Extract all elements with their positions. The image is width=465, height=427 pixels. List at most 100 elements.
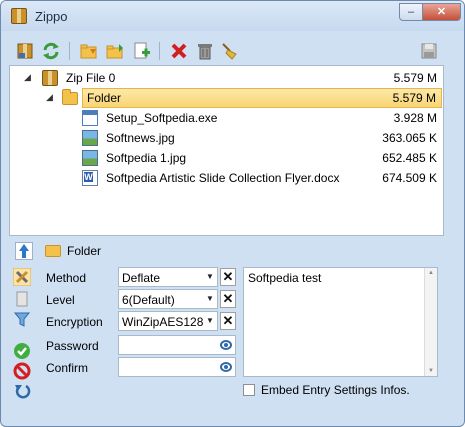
current-path: Folder <box>67 244 102 258</box>
window-title: Zippo <box>35 9 68 24</box>
exe-file-icon <box>82 110 98 126</box>
close-button[interactable]: ✕ <box>422 3 461 21</box>
revert-button[interactable] <box>13 382 31 400</box>
add-folder-button[interactable] <box>79 41 99 61</box>
refresh-icon <box>43 42 59 60</box>
checkmark-icon <box>14 343 30 359</box>
entry-settings: Method Deflate ▼ ✕ Level 6(Default) ▼ ✕ … <box>38 265 238 380</box>
eye-icon[interactable] <box>220 340 232 350</box>
tree-row-file[interactable]: Setup_Softpedia.exe 3.928 M <box>10 108 443 128</box>
add-folder-icon <box>80 44 97 59</box>
toolbar-separator <box>159 42 160 60</box>
method-value: Deflate <box>122 271 161 285</box>
zip-file-icon <box>42 70 58 86</box>
password-row: Password <box>38 335 238 357</box>
delete-icon <box>171 43 187 59</box>
chevron-down-icon[interactable]: ▼ <box>203 290 217 308</box>
apply-button[interactable] <box>13 342 31 360</box>
extract-icon <box>106 44 123 59</box>
add-file-button[interactable] <box>131 41 151 61</box>
embed-label: Embed Entry Settings Infos. <box>261 383 410 397</box>
tree-row-size: 5.579 M <box>392 91 436 105</box>
tree-row-size: 5.579 M <box>393 71 437 85</box>
method-select[interactable]: Deflate ▼ <box>118 267 218 287</box>
save-button-disabled[interactable] <box>419 41 439 61</box>
scroll-down-icon[interactable]: ▼ <box>428 368 434 374</box>
collapse-icon[interactable]: ◢ <box>46 93 55 102</box>
tree-row-file[interactable]: Softpedia 1.jpg 652.485 K <box>10 148 443 168</box>
clear-encryption-button[interactable]: ✕ <box>220 312 236 330</box>
filter-icon <box>13 312 31 327</box>
eye-icon[interactable] <box>220 362 232 372</box>
extract-button[interactable] <box>105 41 125 61</box>
collapse-icon[interactable]: ◢ <box>24 73 33 82</box>
title-bar[interactable]: Zippo – ✕ <box>1 1 464 31</box>
refresh-button[interactable] <box>41 41 61 61</box>
clear-level-button[interactable]: ✕ <box>220 290 236 308</box>
tree-row-name: Softpedia 1.jpg <box>106 151 187 165</box>
tree-row-name: Zip File 0 <box>66 71 116 85</box>
clean-icon <box>222 43 237 60</box>
level-select[interactable]: 6(Default) ▼ <box>118 289 218 309</box>
app-icon <box>11 8 27 24</box>
new-file-icon <box>134 42 150 59</box>
confirm-label: Confirm <box>46 361 89 375</box>
word-document-icon <box>82 170 98 186</box>
tree-row-size: 652.485 K <box>382 151 437 165</box>
filter-tool-button[interactable] <box>13 310 31 328</box>
tree-row-size: 363.065 K <box>382 131 437 145</box>
chevron-down-icon[interactable]: ▼ <box>203 268 217 286</box>
embed-settings-option[interactable]: Embed Entry Settings Infos. <box>243 383 443 399</box>
clear-method-button[interactable]: ✕ <box>220 268 236 286</box>
save-disabled-icon <box>421 43 437 59</box>
password-field[interactable] <box>118 335 236 355</box>
zippo-window: Zippo – ✕ ◢ Zip File 0 5.579 M ◢ Folder … <box>0 0 465 427</box>
document-icon <box>16 291 28 307</box>
level-label: Level <box>46 293 75 307</box>
tree-row-name: Softnews.jpg <box>106 131 175 145</box>
chevron-down-icon[interactable]: ▼ <box>203 312 217 330</box>
save-archive-button[interactable] <box>15 41 35 61</box>
delete-button[interactable] <box>169 41 189 61</box>
tree-row-name: Setup_Softpedia.exe <box>106 111 218 125</box>
embed-checkbox[interactable] <box>243 384 255 396</box>
encryption-label: Encryption <box>46 315 103 329</box>
up-level-button[interactable] <box>15 242 33 260</box>
toolbar <box>9 38 456 64</box>
comment-text: Softpedia test <box>248 271 322 285</box>
minimize-button[interactable]: – <box>399 3 423 21</box>
tools-icon <box>12 267 32 287</box>
tree-row-file[interactable]: Softpedia Artistic Slide Collection Flye… <box>10 168 443 188</box>
tree-row-size: 674.509 K <box>382 171 437 185</box>
tree-row-name: Folder <box>87 91 122 105</box>
tree-row-file[interactable]: Softnews.jpg 363.065 K <box>10 128 443 148</box>
archive-tree[interactable]: ◢ Zip File 0 5.579 M ◢ Folder 5.579 M Se… <box>9 65 444 236</box>
cancel-button[interactable] <box>13 362 31 380</box>
toolbar-separator <box>69 42 70 60</box>
encryption-value: WinZipAES128 <box>122 315 204 329</box>
undo-icon <box>15 384 31 399</box>
comment-scrollbar[interactable]: ▲ ▼ <box>424 268 437 376</box>
trash-icon <box>198 44 212 60</box>
info-tool-button[interactable] <box>13 290 31 308</box>
encryption-select[interactable]: WinZipAES128 ▼ <box>118 311 218 331</box>
tree-row-size: 3.928 M <box>393 111 437 125</box>
method-label: Method <box>46 271 87 285</box>
confirm-field[interactable] <box>118 357 236 377</box>
password-label: Password <box>46 339 99 353</box>
level-value: 6(Default) <box>122 293 175 307</box>
settings-tool-button[interactable] <box>12 267 32 287</box>
scroll-up-icon[interactable]: ▲ <box>428 270 434 276</box>
level-row: Level 6(Default) ▼ ✕ <box>38 289 238 311</box>
trash-button[interactable] <box>195 41 215 61</box>
image-file-icon <box>82 150 98 166</box>
folder-icon <box>62 89 78 105</box>
tree-row-zip[interactable]: ◢ Zip File 0 5.579 M <box>10 68 443 88</box>
tree-row-name: Softpedia Artistic Slide Collection Flye… <box>106 171 340 185</box>
path-bar: Folder <box>9 240 456 262</box>
tree-row-folder[interactable]: ◢ Folder 5.579 M <box>10 88 443 108</box>
clean-button[interactable] <box>219 41 239 61</box>
encryption-row: Encryption WinZipAES128 ▼ ✕ <box>38 311 238 333</box>
comment-box[interactable]: Softpedia test ▲ ▼ <box>243 267 438 377</box>
confirm-row: Confirm <box>38 357 238 379</box>
